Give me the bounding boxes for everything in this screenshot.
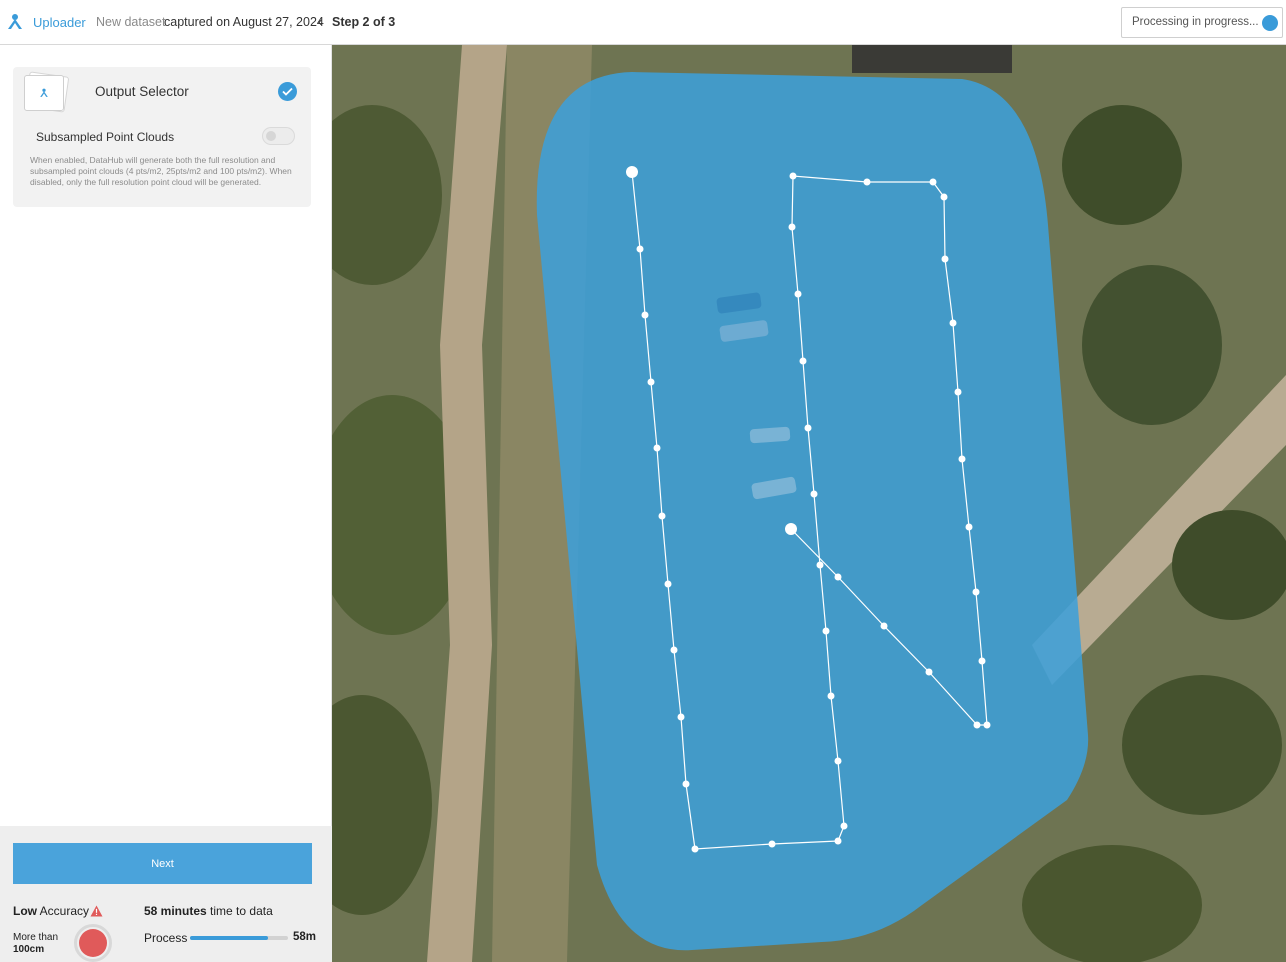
- accuracy-gauge: [74, 924, 112, 962]
- uploader-logo-icon[interactable]: [4, 11, 26, 33]
- next-button[interactable]: Next: [13, 843, 312, 884]
- dataset-label: New dataset: [96, 15, 166, 29]
- time-suffix: time to data: [210, 904, 273, 918]
- chevron-left-icon[interactable]: ‹: [318, 14, 322, 29]
- processing-status: Processing in progress...: [1121, 7, 1283, 38]
- accuracy-level: Low: [13, 904, 37, 918]
- sidebar: Output Selector Subsampled Point Clouds …: [0, 45, 332, 962]
- card-description: When enabled, DataHub will generate both…: [30, 155, 292, 187]
- coverage-area: [536, 72, 1089, 951]
- gauge-indicator: [79, 929, 107, 957]
- subsampled-toggle[interactable]: [262, 127, 295, 145]
- threshold-value: 100cm: [13, 944, 45, 955]
- toggle-knob: [266, 131, 276, 141]
- summary-panel: Next Low Accuracy More than 100cm 58 min…: [0, 826, 332, 962]
- time-minutes: 58 minutes: [144, 904, 207, 918]
- process-label: Process: [144, 931, 188, 945]
- aerial-imagery: [332, 45, 1286, 962]
- process-progress-fill: [190, 936, 269, 940]
- status-text: Processing in progress...: [1132, 16, 1259, 28]
- header-bar: Uploader New dataset captured on August …: [0, 0, 1286, 45]
- subsampled-toggle-label: Subsampled Point Clouds: [36, 130, 175, 144]
- captured-date: captured on August 27, 2024: [164, 15, 324, 29]
- card-title: Output Selector: [95, 84, 189, 99]
- accuracy-label: Low Accuracy: [13, 904, 89, 918]
- accuracy-threshold: More than 100cm: [13, 932, 58, 956]
- output-selector-icon: [24, 75, 64, 111]
- app-name[interactable]: Uploader: [33, 15, 86, 30]
- status-dot-icon: [1262, 15, 1278, 31]
- warning-icon: [90, 905, 103, 917]
- map-view[interactable]: [332, 45, 1286, 962]
- more-than-label: More than: [13, 932, 59, 943]
- process-progress-bar: [190, 936, 288, 940]
- step-indicator[interactable]: Step 2 of 3: [332, 15, 395, 29]
- checkmark-icon[interactable]: [278, 82, 297, 101]
- process-value: 58m: [293, 931, 317, 943]
- time-to-data: 58 minutes time to data: [144, 904, 273, 918]
- output-selector-card: Output Selector Subsampled Point Clouds …: [13, 67, 311, 207]
- accuracy-text: Accuracy: [39, 904, 90, 918]
